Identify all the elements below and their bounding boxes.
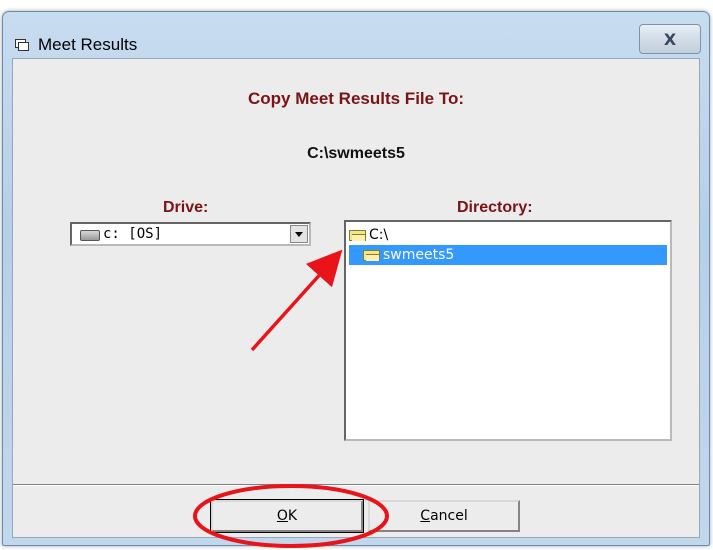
dialog-client-area: Copy Meet Results File To: C:\swmeets5 D… <box>12 58 700 538</box>
drive-dropdown-button[interactable] <box>290 225 308 243</box>
drive-label: Drive: <box>163 199 209 216</box>
directory-item-root[interactable]: C:\ <box>349 225 388 245</box>
directory-item-label: swmeets5 <box>383 247 455 263</box>
directory-item-label: C:\ <box>369 227 389 243</box>
ok-button[interactable]: OK <box>210 499 364 533</box>
drive-select[interactable]: c: [OS] <box>70 222 311 246</box>
close-icon: X <box>663 29 677 49</box>
ok-mnemonic: O <box>276 508 288 524</box>
close-button[interactable]: X <box>639 24 701 54</box>
open-folder-icon <box>349 229 366 241</box>
cancel-mnemonic: C <box>420 508 431 524</box>
hard-drive-icon <box>80 230 100 241</box>
dialog-heading: Copy Meet Results File To: <box>248 89 464 108</box>
directory-list[interactable]: C:\ swmeets5 <box>344 220 672 441</box>
dialog-window: Meet Results X Copy Meet Results File To… <box>2 11 710 546</box>
drive-select-value: c: [OS] <box>103 226 163 242</box>
cancel-button[interactable]: Cancel <box>368 500 520 532</box>
target-path: C:\swmeets5 <box>307 145 405 162</box>
ok-label-rest: K <box>287 508 298 524</box>
window-icon <box>15 39 29 51</box>
chevron-down-icon <box>295 231 303 237</box>
open-folder-icon <box>363 249 380 261</box>
directory-item-swmeets5[interactable]: swmeets5 <box>349 245 667 265</box>
button-separator <box>13 484 699 486</box>
cancel-label-rest: ancel <box>430 508 468 524</box>
directory-label: Directory: <box>457 199 533 216</box>
window-title: Meet Results <box>38 35 138 54</box>
